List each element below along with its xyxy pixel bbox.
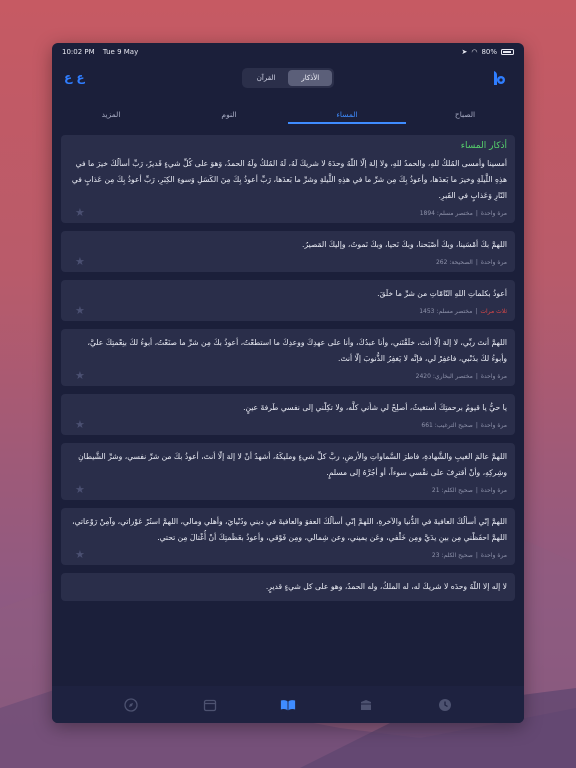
dhikr-card[interactable]: أذكار المساء أمسينا وأمسى المُلكُ للهِ، و…: [61, 135, 515, 223]
repeat-count: مرة واحدة: [480, 210, 507, 217]
dhikr-meta: مرة واحدة|صحيح الكلم: 21: [71, 487, 507, 494]
status-time: 10:02 PM: [62, 48, 95, 56]
calendar-icon[interactable]: [202, 697, 218, 713]
dhikr-text: أمسينا وأمسى المُلكُ للهِ، والحمدُ للهِ،…: [71, 159, 507, 200]
segment-quran[interactable]: القرآن: [244, 70, 289, 86]
meta-separator: |: [475, 210, 478, 217]
dhikr-meta: مرة واحدة|الصحيحة: 262: [71, 259, 507, 266]
kaaba-icon[interactable]: [358, 697, 374, 713]
meta-separator: |: [475, 552, 478, 559]
dhikr-meta: مرة واحدة|صحيح الترغيب: 661: [71, 422, 507, 429]
repeat-count: مرة واحدة: [480, 373, 507, 380]
tab-morning[interactable]: الصباح: [406, 95, 524, 128]
dhikr-card[interactable]: اللهمَّ أنتَ ربِّي، لا إلهَ إلّا أنتَ، خ…: [61, 329, 515, 386]
dhikr-text: اللهمَّ أنتَ ربِّي، لا إلهَ إلّا أنتَ، خ…: [87, 338, 507, 363]
app-window: 10:02 PM Tue 9 May ➤ ◠ 80% ع ع القرآن ال…: [52, 43, 524, 723]
dhikr-card[interactable]: اللهمَّ إنّي أسألُكَ العافيةَ في الدُّني…: [61, 508, 515, 565]
bottom-nav: [52, 686, 524, 723]
location-icon: ➤: [461, 48, 468, 56]
compass-icon[interactable]: [123, 697, 139, 713]
status-bar: 10:02 PM Tue 9 May ➤ ◠ 80%: [52, 43, 524, 61]
dhikr-card[interactable]: اللهمَّ بكَ أمْسَينا، وبكَ أصْبَحنا، وبك…: [61, 231, 515, 272]
dhikr-card[interactable]: لا إله إلا اللّهُ وحدَه لا شريكَ له، له …: [61, 573, 515, 601]
meta-separator: |: [475, 487, 478, 494]
dhikr-text: اللهمَّ إنّي أسألُكَ العافيةَ في الدُّني…: [72, 517, 507, 542]
meta-separator: |: [475, 422, 478, 429]
favorite-star-icon[interactable]: ★: [75, 370, 86, 381]
hadith-source: صحيح الترغيب: 661: [421, 422, 473, 429]
dhikr-meta: مرة واحدة|مختصر البخاري: 2420: [71, 373, 507, 380]
repeat-count: مرة واحدة: [480, 422, 507, 429]
tab-more[interactable]: المزيد: [52, 95, 170, 128]
favorite-star-icon[interactable]: ★: [75, 207, 86, 218]
dhikr-text: اللهمَّ بكَ أمْسَينا، وبكَ أصْبَحنا، وبك…: [302, 240, 507, 249]
tab-evening[interactable]: المساء: [288, 95, 406, 128]
dhikr-text: لا إله إلا اللّهُ وحدَه لا شريكَ له، له …: [265, 582, 507, 591]
meta-separator: |: [475, 259, 478, 266]
top-bar: ع ع القرآن الأذكار: [52, 61, 524, 95]
dhikr-card[interactable]: أعوذُ بكلماتِ اللهِ التّامّاتِ من شرِّ م…: [61, 280, 515, 321]
tab-bar: المزيد النوم المساء الصباح: [52, 95, 524, 128]
repeat-count: ثلاث مرات: [480, 308, 507, 315]
hadith-source: صحيح الكلم: 21: [431, 487, 473, 494]
status-date: Tue 9 May: [102, 48, 139, 56]
dhikr-text: يا حيُّ يا قيومُ برحمتِكَ أستغيثُ، أصلِح…: [243, 403, 507, 412]
dhikr-text: أعوذُ بكلماتِ اللهِ التّامّاتِ من شرِّ م…: [377, 289, 507, 298]
section-title: أذكار المساء: [460, 141, 507, 151]
favorite-star-icon[interactable]: ★: [75, 256, 86, 267]
tab-sleep[interactable]: النوم: [170, 95, 288, 128]
dhikr-meta: ثلاث مرات|مختصر مسلم: 1453: [71, 308, 507, 315]
adhkar-list: أذكار المساء أمسينا وأمسى المُلكُ للهِ، و…: [52, 128, 524, 686]
meta-separator: |: [475, 373, 478, 380]
segmented-control: القرآن الأذكار: [241, 68, 335, 88]
repeat-count: مرة واحدة: [480, 552, 507, 559]
hadith-source: الصحيحة: 262: [435, 259, 473, 266]
favorite-star-icon[interactable]: ★: [75, 484, 86, 495]
repeat-count: مرة واحدة: [480, 259, 507, 266]
repeat-count: مرة واحدة: [480, 487, 507, 494]
favorite-star-icon[interactable]: ★: [75, 305, 86, 316]
meta-separator: |: [475, 308, 478, 315]
favorite-star-icon[interactable]: ★: [75, 419, 86, 430]
hadith-source: مختصر مسلم: 1894: [419, 210, 473, 217]
hadith-source: صحيح الكلم: 23: [431, 552, 473, 559]
favorite-star-icon[interactable]: ★: [75, 549, 86, 560]
hadith-source: مختصر البخاري: 2420: [415, 373, 473, 380]
wifi-icon: ◠: [471, 48, 478, 56]
battery-icon: [501, 49, 514, 55]
dhikr-meta: مرة واحدة|مختصر مسلم: 1894: [71, 210, 507, 217]
segment-adhkar[interactable]: الأذكار: [288, 70, 333, 86]
battery-percent: 80%: [481, 48, 497, 56]
dhikr-meta: مرة واحدة|صحيح الكلم: 23: [71, 552, 507, 559]
book-icon[interactable]: [280, 697, 296, 713]
clock-icon[interactable]: [437, 697, 453, 713]
app-logo-icon[interactable]: [492, 70, 506, 90]
dhikr-card[interactable]: اللهمَّ عالمَ الغيبِ والشَّهادةِ، فاطرَ …: [61, 443, 515, 500]
hadith-source: مختصر مسلم: 1453: [419, 308, 473, 315]
font-size-button[interactable]: ع ع: [64, 70, 85, 84]
dhikr-text: اللهمَّ عالمَ الغيبِ والشَّهادةِ، فاطرَ …: [78, 452, 507, 477]
dhikr-card[interactable]: يا حيُّ يا قيومُ برحمتِكَ أستغيثُ، أصلِح…: [61, 394, 515, 435]
